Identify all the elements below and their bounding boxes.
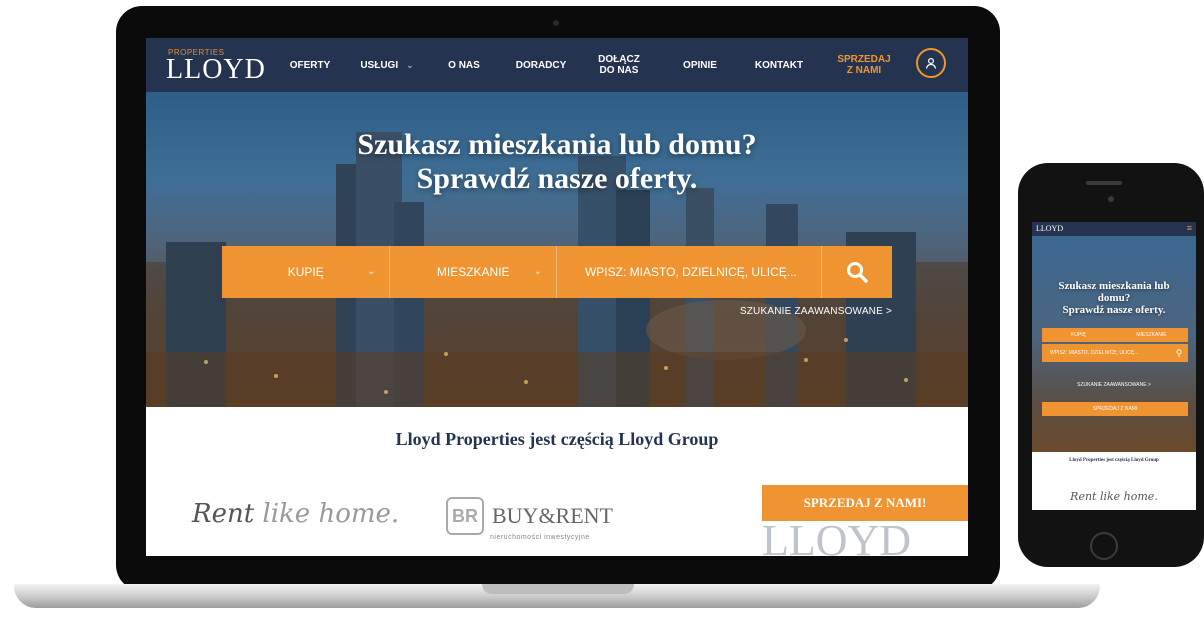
mobile-hero: Szukasz mieszkania lub domu? Sprawdź nas… [1032,236,1196,452]
transaction-type-select[interactable]: KUPIĘ ⌄ [222,246,391,298]
lloyd-logo[interactable]: LLOYD [166,54,266,86]
advanced-search-link[interactable]: SZUKANIE ZAAWANSOWANE > [740,306,892,317]
chevron-down-icon: ⌄ [367,266,376,277]
search-bar: KUPIĘ ⌄ MIESZKANIE ⌄ WPISZ: MIASTO, DZIE… [222,246,892,298]
mobile-advanced-search-link[interactable]: SZUKANIE ZAAWANSOWANE > [1032,382,1196,388]
phone-home-button [1090,532,1118,560]
laptop-screen: PROPERTIES LLOYD OFERTY USŁUGI ⌄ O NAS DO… [146,38,968,556]
group-title: Lloyd Properties jest częścią Lloyd Grou… [395,429,719,449]
mobile-navigation: LLOYD ≡ [1032,222,1196,236]
top-navigation: PROPERTIES LLOYD OFERTY USŁUGI ⌄ O NAS DO… [146,38,968,92]
mobile-rent-like-home-logo[interactable]: Rent like home. [1032,490,1196,503]
nav-item-sprzedaj-z-nami[interactable]: SPRZEDAJ Z NAMI [836,38,892,92]
buy-and-rent-logo[interactable]: BR BUY&RENT [446,497,613,535]
user-icon [925,57,937,69]
nav-item-opinie[interactable]: OPINIE [672,38,728,92]
phone-screen: LLOYD ≡ Szukasz mieszkania lub domu? Spr… [1032,222,1196,510]
phone-speaker [1086,181,1122,185]
mobile-transaction-select[interactable]: KUPIĘ [1042,332,1115,338]
nav-item-oferty[interactable]: OFERTY [280,38,340,92]
location-search-input[interactable]: WPISZ: MIASTO, DZIELNICĘ, ULICĘ... [557,246,821,298]
phone-camera [1108,196,1114,202]
search-button[interactable] [821,246,892,298]
mobile-property-select[interactable]: MIESZKANIE [1115,332,1188,338]
lloyd-group-section: Lloyd Properties jest częścią Lloyd Grou… [146,407,968,556]
br-monogram-icon: BR [446,497,484,535]
search-icon [847,262,868,283]
hamburger-menu-icon[interactable]: ≡ [1187,223,1192,233]
chevron-down-icon: ⌄ [406,59,414,70]
webcam-dot [553,20,559,26]
chevron-down-icon: ⌄ [533,266,542,277]
nav-item-o-nas[interactable]: O NAS [436,38,492,92]
mobile-search-input-row: WPISZ: MIASTO, DZIELNICĘ, ULICĘ... ⚲ [1042,344,1188,362]
search-icon[interactable]: ⚲ [1170,348,1188,359]
lloyd-logo-faded: LLOYD [762,516,912,557]
mobile-logo[interactable]: LLOYD [1036,224,1063,233]
nav-item-kontakt[interactable]: KONTAKT [742,38,816,92]
user-account-button[interactable] [916,48,946,78]
mobile-sell-with-us-button[interactable]: SPRZEDAJ Z NAMI [1042,402,1188,416]
laptop-opening-notch [482,584,634,594]
mobile-group-title: Lloyd Properties jest częścią Lloyd Grou… [1069,458,1159,463]
mobile-search-selects: KUPIĘ MIESZKANIE [1042,328,1188,342]
property-type-select[interactable]: MIESZKANIE ⌄ [390,246,557,298]
nav-item-doradcy[interactable]: DORADCY [506,38,576,92]
rent-like-home-logo[interactable]: Rent like home. [192,499,399,529]
hero-title: Szukasz mieszkania lub domu? Sprawdź nas… [357,128,757,195]
mobile-location-input[interactable]: WPISZ: MIASTO, DZIELNICĘ, ULICĘ... [1042,350,1170,356]
mobile-hero-title: Szukasz mieszkania lub domu? Sprawdź nas… [1058,280,1170,316]
nav-item-dolacz-do-nas[interactable]: DOŁĄCZ DO NAS [594,38,644,92]
hero-section: Szukasz mieszkania lub domu? Sprawdź nas… [146,92,968,407]
buy-and-rent-tagline: nieruchomości inwestycyjne [490,534,590,541]
nav-item-uslugi[interactable]: USŁUGI ⌄ [350,38,424,92]
